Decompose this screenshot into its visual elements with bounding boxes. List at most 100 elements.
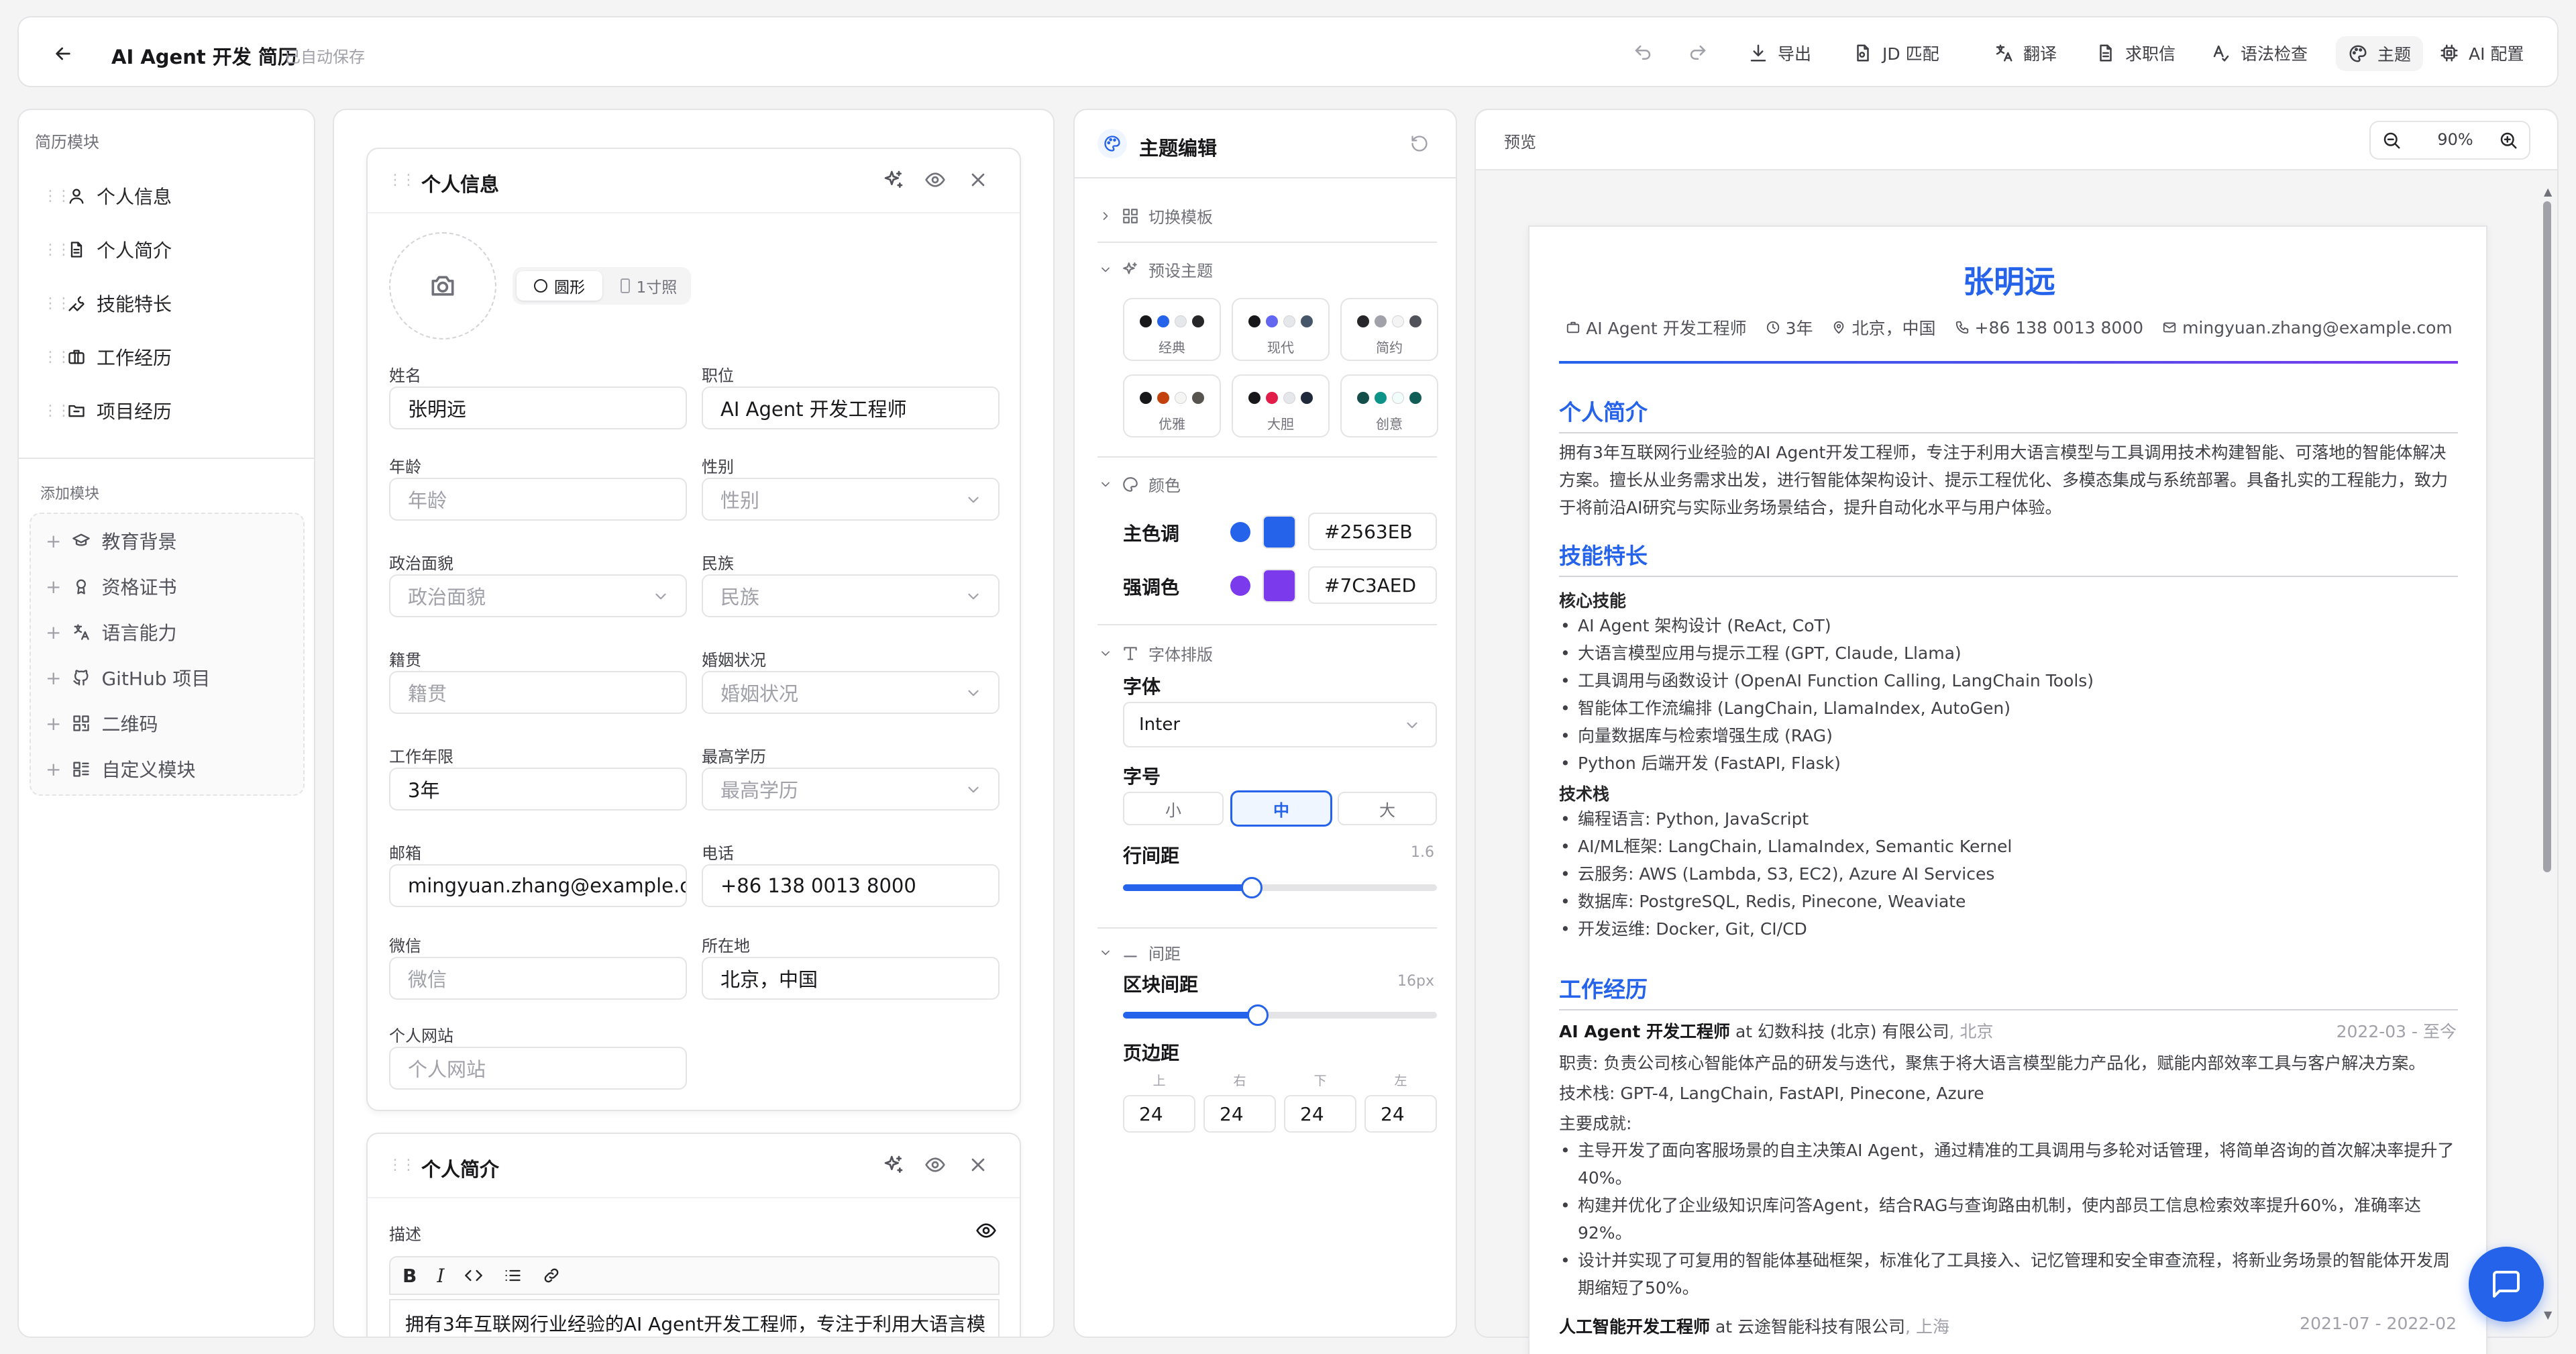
drag-handle-icon[interactable]: ⋮⋮ xyxy=(388,172,416,189)
phone-input[interactable]: +86 138 0013 8000 xyxy=(702,864,1000,907)
plus-icon: + xyxy=(46,575,62,598)
preset-bold[interactable]: 大胆 xyxy=(1232,374,1330,437)
sidebar-item-summary[interactable]: ⋮⋮ 个人简介 xyxy=(43,236,172,263)
ethnicity-select[interactable]: 民族 xyxy=(702,574,1000,617)
margin-bottom-input[interactable]: 24 xyxy=(1284,1095,1356,1133)
switch-template-toggle[interactable]: 切换模板 xyxy=(1099,204,1213,227)
font-size-large-button[interactable]: 大 xyxy=(1338,792,1437,825)
add-github-button[interactable]: + GitHub 项目 xyxy=(46,664,210,691)
cover-letter-button[interactable]: 求职信 xyxy=(2096,17,2176,89)
preview-scrollbar[interactable]: ▲ ▼ xyxy=(2542,187,2552,1327)
font-size-medium-button[interactable]: 中 xyxy=(1230,790,1332,827)
sidebar-item-work[interactable]: ⋮⋮ 工作经历 xyxy=(43,344,172,370)
zoom-in-icon[interactable] xyxy=(2498,130,2518,150)
code-icon[interactable] xyxy=(464,1266,483,1285)
add-certificates-button[interactable]: + 资格证书 xyxy=(46,573,176,600)
drag-handle-icon[interactable]: ⋮⋮ xyxy=(388,1157,416,1174)
accent-hex-input[interactable]: #7C3AED xyxy=(1308,566,1437,604)
website-input[interactable]: 个人网站 xyxy=(389,1047,687,1090)
hometown-input[interactable]: 籍贯 xyxy=(389,671,687,714)
location-input[interactable]: 北京，中国 xyxy=(702,957,1000,1000)
preset-creative[interactable]: 创意 xyxy=(1340,374,1438,437)
photo-upload[interactable] xyxy=(389,232,496,340)
zoom-out-icon[interactable] xyxy=(2381,130,2402,150)
politics-select[interactable]: 政治面貌 xyxy=(389,574,687,617)
primary-color-dot xyxy=(1230,522,1250,542)
primary-hex-input[interactable]: #2563EB xyxy=(1308,513,1437,550)
preset-classic[interactable]: 经典 xyxy=(1123,298,1221,361)
name-input[interactable]: 张明远 xyxy=(389,386,687,429)
block-spacing-slider[interactable] xyxy=(1123,1004,1437,1026)
add-qrcode-button[interactable]: + 二维码 xyxy=(46,710,158,737)
drag-handle-icon[interactable]: ⋮⋮ xyxy=(43,295,71,312)
typography-toggle[interactable]: 字体排版 xyxy=(1099,641,1213,665)
preset-minimal[interactable]: 简约 xyxy=(1340,298,1438,361)
color-toggle[interactable]: 颜色 xyxy=(1099,472,1181,496)
line-height-slider[interactable] xyxy=(1123,877,1437,898)
scroll-up-icon[interactable]: ▲ xyxy=(2544,187,2552,197)
back-arrow-icon[interactable] xyxy=(52,43,74,64)
theme-button[interactable]: 主题 xyxy=(2336,36,2424,71)
margin-right-input[interactable]: 24 xyxy=(1203,1095,1276,1133)
slider-thumb[interactable] xyxy=(1247,1004,1269,1026)
block-spacing-value: 16px xyxy=(1397,973,1434,990)
marital-select[interactable]: 婚姻状况 xyxy=(702,671,1000,714)
email-input[interactable]: mingyuan.zhang@example.cc xyxy=(389,864,687,907)
margin-top-input[interactable]: 24 xyxy=(1123,1095,1195,1133)
add-languages-button[interactable]: + 语言能力 xyxy=(46,619,176,645)
shape-id-photo-option[interactable]: 1寸照 xyxy=(612,271,686,301)
font-label: 字体 xyxy=(1123,676,1161,698)
spacing-toggle[interactable]: 间距 xyxy=(1099,941,1181,964)
accent-color-picker[interactable] xyxy=(1263,569,1296,603)
years-input[interactable]: 3年 xyxy=(389,768,687,811)
scrollbar-thumb[interactable] xyxy=(2543,201,2551,872)
sidebar-item-skills[interactable]: ⋮⋮ 技能特长 xyxy=(43,290,172,317)
redo-button[interactable] xyxy=(1688,17,1708,89)
preset-elegant[interactable]: 优雅 xyxy=(1123,374,1221,437)
add-education-button[interactable]: + 教育背景 xyxy=(46,527,176,554)
job-title-input[interactable]: AI Agent 开发工程师 xyxy=(702,386,1000,429)
scroll-down-icon[interactable]: ▼ xyxy=(2544,1310,2552,1320)
drag-handle-icon[interactable]: ⋮⋮ xyxy=(43,242,71,258)
wechat-input[interactable]: 微信 xyxy=(389,957,687,1000)
sidebar-item-personal-info[interactable]: ⋮⋮ 个人信息 xyxy=(43,183,172,209)
close-icon[interactable] xyxy=(967,169,989,191)
page-margin-label: 页边距 xyxy=(1123,1042,1180,1064)
gender-select[interactable]: 性别 xyxy=(702,478,1000,521)
education-select[interactable]: 最高学历 xyxy=(702,768,1000,811)
drag-handle-icon[interactable]: ⋮⋮ xyxy=(43,403,71,419)
chat-button[interactable] xyxy=(2469,1247,2544,1322)
presets-toggle[interactable]: 预设主题 xyxy=(1099,258,1213,281)
eye-icon[interactable] xyxy=(924,169,946,191)
add-custom-module-button[interactable]: + 自定义模块 xyxy=(46,756,195,782)
margin-left-input[interactable]: 24 xyxy=(1364,1095,1437,1133)
primary-color-picker[interactable] xyxy=(1263,515,1296,549)
summary-editor[interactable]: 拥有3年互联网行业经验的AI Agent开发工程师，专注于利用大语言模 xyxy=(389,1299,1000,1337)
jd-match-button[interactable]: JD 匹配 xyxy=(1853,17,1939,89)
font-size-small-button[interactable]: 小 xyxy=(1123,792,1224,825)
bold-icon[interactable]: B xyxy=(402,1265,417,1287)
translate-button[interactable]: 翻译 xyxy=(1994,17,2057,89)
ai-sparkle-icon[interactable] xyxy=(883,1154,904,1176)
sidebar-item-projects[interactable]: ⋮⋮ 项目经历 xyxy=(43,397,172,424)
age-input[interactable]: 年龄 xyxy=(389,478,687,521)
grammar-check-button[interactable]: 语法检查 xyxy=(2211,17,2308,89)
drag-handle-icon[interactable]: ⋮⋮ xyxy=(43,188,71,205)
eye-icon[interactable] xyxy=(924,1154,946,1176)
reset-icon[interactable] xyxy=(1410,134,1429,153)
slider-thumb[interactable] xyxy=(1240,877,1263,898)
shape-round-option[interactable]: 圆形 xyxy=(517,271,602,301)
font-select[interactable]: Inter xyxy=(1123,702,1437,747)
close-icon[interactable] xyxy=(967,1154,989,1176)
preset-modern[interactable]: 现代 xyxy=(1232,298,1330,361)
list-icon[interactable] xyxy=(503,1266,522,1285)
italic-icon[interactable]: I xyxy=(437,1265,444,1287)
link-icon[interactable] xyxy=(542,1266,561,1285)
ai-config-button[interactable]: AI 配置 xyxy=(2439,17,2524,89)
ai-sparkle-icon[interactable] xyxy=(883,169,904,191)
undo-button[interactable] xyxy=(1633,17,1653,89)
export-button[interactable]: 导出 xyxy=(1748,17,1811,89)
preview-eye-icon[interactable] xyxy=(975,1220,997,1241)
drag-handle-icon[interactable]: ⋮⋮ xyxy=(43,349,71,366)
plus-icon: + xyxy=(46,758,62,780)
